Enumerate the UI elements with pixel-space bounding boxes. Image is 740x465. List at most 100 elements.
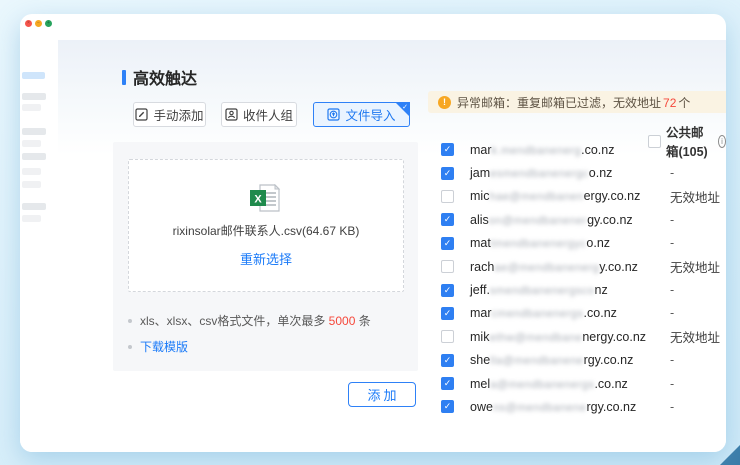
row-status: - [670, 166, 674, 180]
row-status: - [670, 400, 674, 414]
row-checkbox[interactable]: ✓ [441, 237, 454, 250]
title-accent-bar [122, 70, 126, 85]
row-status: 无效地址 [670, 187, 720, 206]
uploaded-file-name: rixinsolar邮件联系人.csv(64.67 KB) [173, 222, 360, 239]
warning-icon: ! [438, 96, 451, 109]
email-list: ✓ mark.mendbanenerg.co.nz - ✓ jamesmendbanen… [436, 138, 726, 419]
sidebar-nav-item[interactable] [22, 128, 46, 135]
row-checkbox[interactable] [441, 190, 454, 203]
row-status: - [670, 143, 674, 157]
row-status: 无效地址 [670, 327, 720, 346]
format-note: xls、xlsx、csv格式文件，单次最多 5000 条 [128, 312, 371, 329]
sidebar-nav-item-active[interactable] [22, 72, 45, 79]
redacted-text: a@mendbanenergs [490, 379, 594, 391]
email-address: mela@mendbanenergs.co.nz [470, 377, 628, 391]
add-button[interactable]: 添加 [348, 382, 416, 407]
sidebar-nav-item[interactable] [22, 168, 41, 175]
email-address: shella@mendbanenergy.co.nz [470, 353, 633, 367]
tab-recipient-group[interactable]: 收件人组 [221, 102, 297, 127]
email-address: alison@mendbanenergy.co.nz [470, 213, 633, 227]
email-address: jamesmendbanenergco.nz [470, 166, 612, 180]
abnormal-mailbox-alert: ! 异常邮箱：重复邮箱已过滤，无效地址72个 [428, 91, 726, 113]
row-status: - [670, 213, 674, 227]
tab-file-import-active[interactable]: 文件导入 ✓ [313, 102, 410, 127]
sidebar-nav-item[interactable] [22, 203, 46, 210]
row-checkbox[interactable]: ✓ [441, 354, 454, 367]
app-window: × − + 高效触达 [20, 14, 726, 452]
email-address: michae@mendbanenergy.co.nz [470, 189, 640, 203]
tab-manual-add[interactable]: 手动添加 [133, 102, 206, 127]
minimize-window-icon[interactable]: − [35, 20, 42, 27]
redacted-text: hae@mendbanen [489, 191, 583, 203]
selected-check-icon: ✓ [402, 103, 408, 111]
redacted-text: k.mendbanenerg [492, 145, 582, 157]
alert-text: 异常邮箱：重复邮箱已过滤，无效地址72个 [457, 94, 690, 111]
row-checkbox[interactable]: ✓ [441, 400, 454, 413]
redacted-text: tmendbanenergyc [491, 238, 587, 250]
template-note: 下载模版 [128, 338, 188, 355]
row-status: 无效地址 [670, 257, 720, 276]
zoom-window-icon[interactable]: + [45, 20, 52, 27]
redacted-text: lla@mendbanene [490, 355, 583, 367]
invalid-count: 72 [663, 96, 676, 110]
row-checkbox[interactable]: ✓ [441, 377, 454, 390]
page-header: 高效触达 [122, 65, 197, 89]
download-template-link[interactable]: 下载模版 [140, 338, 188, 355]
email-address: mark.mendbanenerg.co.nz [470, 143, 614, 157]
row-status: - [670, 353, 674, 367]
bullet-dot [128, 319, 132, 323]
sidebar-nav-item[interactable] [22, 153, 46, 160]
file-dropzone[interactable]: X rixinsolar邮件联系人.csv(64.67 KB) 重新选择 [128, 159, 404, 292]
row-checkbox[interactable]: ✓ [441, 307, 454, 320]
main-content: 高效触达 手动添加 收件人组 [58, 40, 726, 452]
row-status: - [670, 306, 674, 320]
row-checkbox[interactable]: ✓ [441, 143, 454, 156]
redacted-text: on@mendbanener [489, 215, 587, 227]
window-controls: × − + [25, 20, 52, 27]
email-row: rachae@mendbanenergy.co.nz 无效地址 [436, 255, 726, 278]
email-row: mikethw@mendbanenergy.co.nz 无效地址 [436, 325, 726, 348]
email-row: michae@mendbanenergy.co.nz 无效地址 [436, 185, 726, 208]
tab-label: 文件导入 [345, 105, 395, 124]
excel-file-icon: X [247, 184, 285, 212]
row-checkbox[interactable] [441, 260, 454, 273]
upload-panel: X rixinsolar邮件联系人.csv(64.67 KB) 重新选择 xls… [113, 142, 418, 371]
sidebar [20, 40, 58, 452]
redacted-text: ae@mendbanenerg [494, 262, 599, 274]
email-row: ✓ shella@mendbanenergy.co.nz - [436, 349, 726, 372]
email-row: ✓ jamesmendbanenergco.nz - [436, 161, 726, 184]
redacted-text: esmendbanenergc [490, 168, 589, 180]
max-count: 5000 [329, 314, 356, 328]
sidebar-nav-item[interactable] [22, 181, 41, 188]
sidebar-nav-item[interactable] [22, 140, 41, 147]
row-checkbox[interactable]: ✓ [441, 213, 454, 226]
email-row: ✓jeff.smendbanenergsconz- [436, 278, 726, 301]
email-address: mikethw@mendbanenergy.co.nz [470, 330, 646, 344]
row-checkbox[interactable]: ✓ [441, 284, 454, 297]
bullet-dot [128, 345, 132, 349]
redacted-text: smendbanenergsco [490, 285, 595, 297]
sidebar-nav-item[interactable] [22, 104, 41, 111]
import-box-icon [327, 108, 340, 121]
row-status: - [670, 236, 674, 250]
email-row: ✓ alison@mendbanenergy.co.nz - [436, 208, 726, 231]
sidebar-nav-item[interactable] [22, 215, 41, 222]
tab-label: 收件人组 [243, 105, 293, 124]
reselect-file-link[interactable]: 重新选择 [240, 249, 292, 268]
email-row: ✓mattmendbanenergyco.nz- [436, 232, 726, 255]
row-checkbox[interactable]: ✓ [441, 167, 454, 180]
email-row: ✓ marcmendbanenergs.co.nz - [436, 302, 726, 325]
email-address: rachae@mendbanenergy.co.nz [470, 260, 638, 274]
email-address: jeff.smendbanenergsconz [470, 283, 608, 297]
desktop-background: × − + 高效触达 [0, 0, 740, 465]
email-address: marcmendbanenergs.co.nz [470, 306, 617, 320]
sidebar-nav-item[interactable] [22, 93, 46, 100]
edit-box-icon [135, 108, 148, 121]
svg-text:X: X [254, 193, 262, 205]
close-window-icon[interactable]: × [25, 20, 32, 27]
row-checkbox[interactable] [441, 330, 454, 343]
redacted-text: ns@mendbanene [493, 402, 587, 414]
email-row: ✓ owens@mendbanenergy.co.nz - [436, 395, 726, 418]
page-title: 高效触达 [133, 65, 197, 89]
email-address: owens@mendbanenergy.co.nz [470, 400, 636, 414]
